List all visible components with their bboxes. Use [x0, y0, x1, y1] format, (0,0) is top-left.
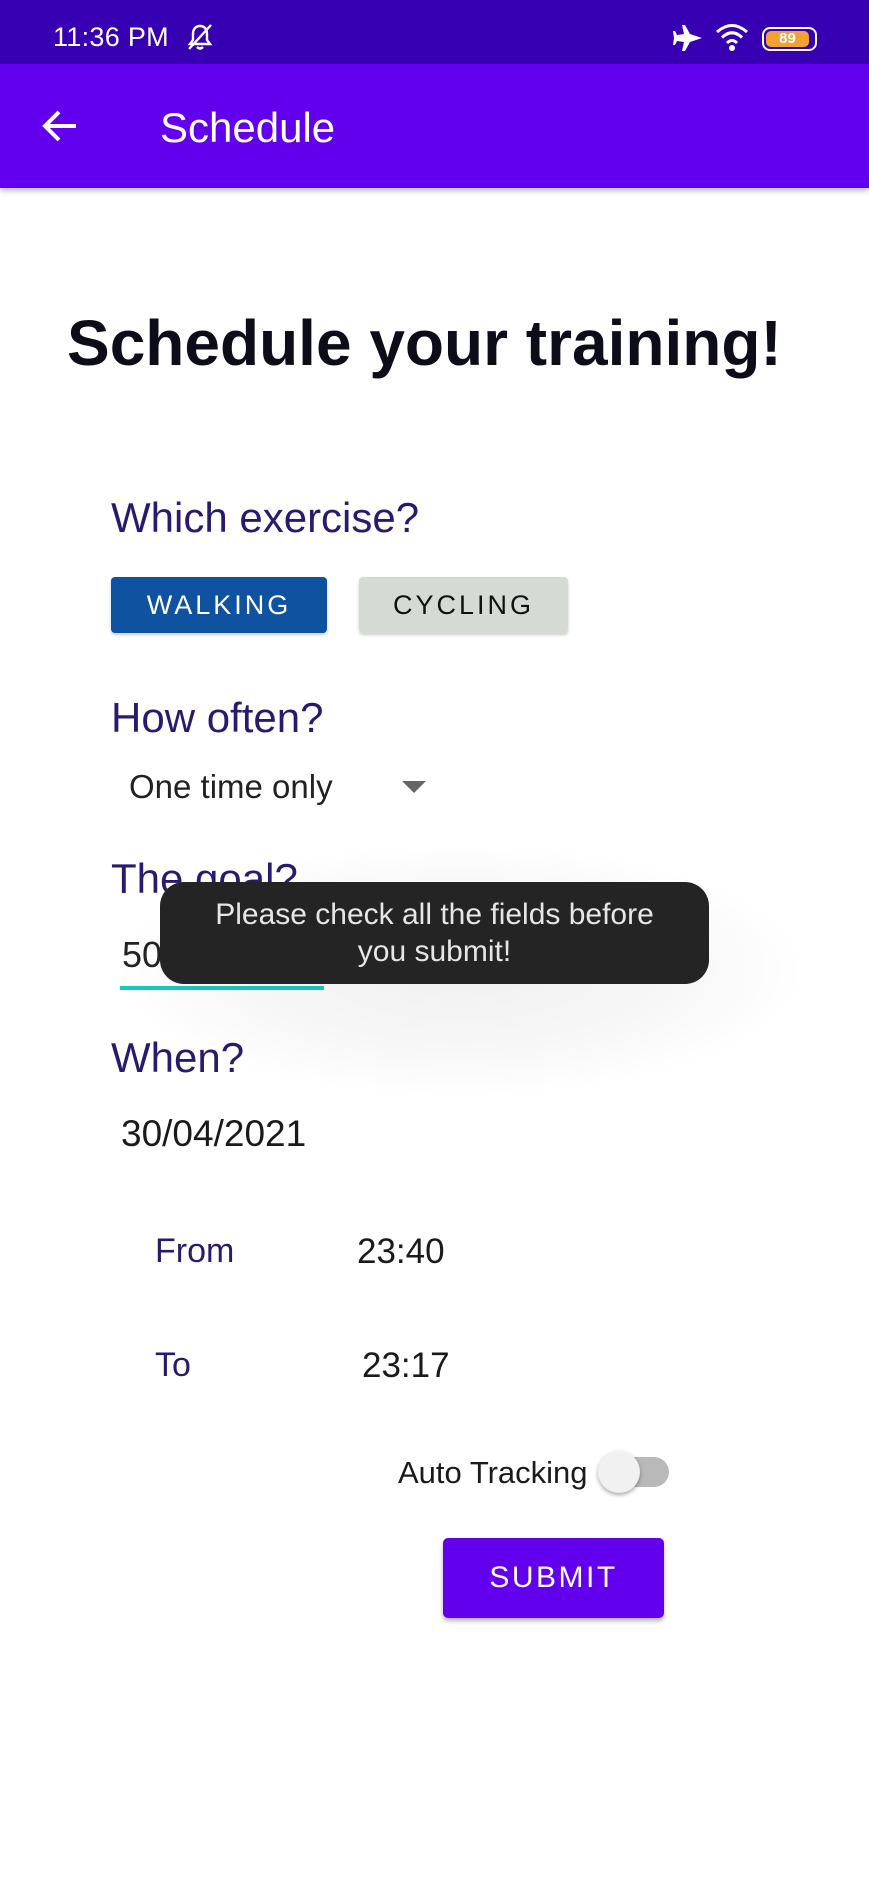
frequency-label: How often?	[111, 694, 324, 741]
to-label: To	[155, 1346, 191, 1384]
battery-level: 89	[766, 31, 809, 47]
airplane-mode-icon	[673, 25, 702, 51]
status-time: 11:36 PM	[53, 22, 169, 52]
from-label: From	[155, 1232, 235, 1270]
toast-text: Please check all the fields before you s…	[215, 898, 654, 968]
app-bar: Schedule	[0, 64, 869, 188]
walking-chip[interactable]: WALKING	[111, 577, 327, 633]
cycling-chip[interactable]: CYCLING	[359, 577, 568, 633]
app-bar-title: Schedule	[160, 104, 336, 151]
toast-message: Please check all the fields before you s…	[160, 882, 709, 984]
dropdown-arrow-icon[interactable]	[402, 781, 426, 793]
arrow-back-icon[interactable]	[40, 106, 80, 146]
auto-tracking-label: Auto Tracking	[398, 1455, 588, 1490]
from-time-field[interactable]: 23:40	[357, 1232, 445, 1272]
to-time-field[interactable]: 23:17	[362, 1346, 450, 1386]
auto-tracking-switch[interactable]	[598, 1451, 640, 1493]
submit-button[interactable]: SUBMIT	[443, 1538, 664, 1618]
status-bar: 11:36 PM 89	[0, 0, 869, 64]
silent-icon	[187, 24, 213, 50]
date-field[interactable]: 30/04/2021	[121, 1113, 306, 1155]
page-title: Schedule your training!	[67, 307, 782, 379]
exercise-label: Which exercise?	[111, 494, 420, 541]
wifi-icon	[716, 24, 748, 51]
frequency-spinner[interactable]: One time only	[129, 768, 333, 806]
battery-icon: 89	[762, 27, 817, 51]
